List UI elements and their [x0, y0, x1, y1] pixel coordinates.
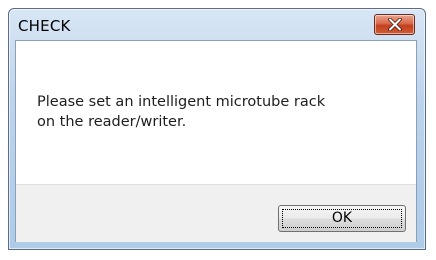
close-button[interactable]	[374, 14, 415, 35]
title-bar[interactable]: CHECK	[9, 9, 425, 41]
message-line: on the reader/writer.	[37, 114, 187, 130]
dialog-message: Please set an intelligent microtube rack…	[37, 92, 397, 132]
ok-button-label: OK	[331, 210, 353, 226]
dialog-title: CHECK	[18, 17, 71, 35]
ok-button[interactable]: OK	[278, 205, 406, 232]
close-icon	[388, 18, 402, 31]
message-line: Please set an intelligent microtube rack	[37, 94, 326, 110]
